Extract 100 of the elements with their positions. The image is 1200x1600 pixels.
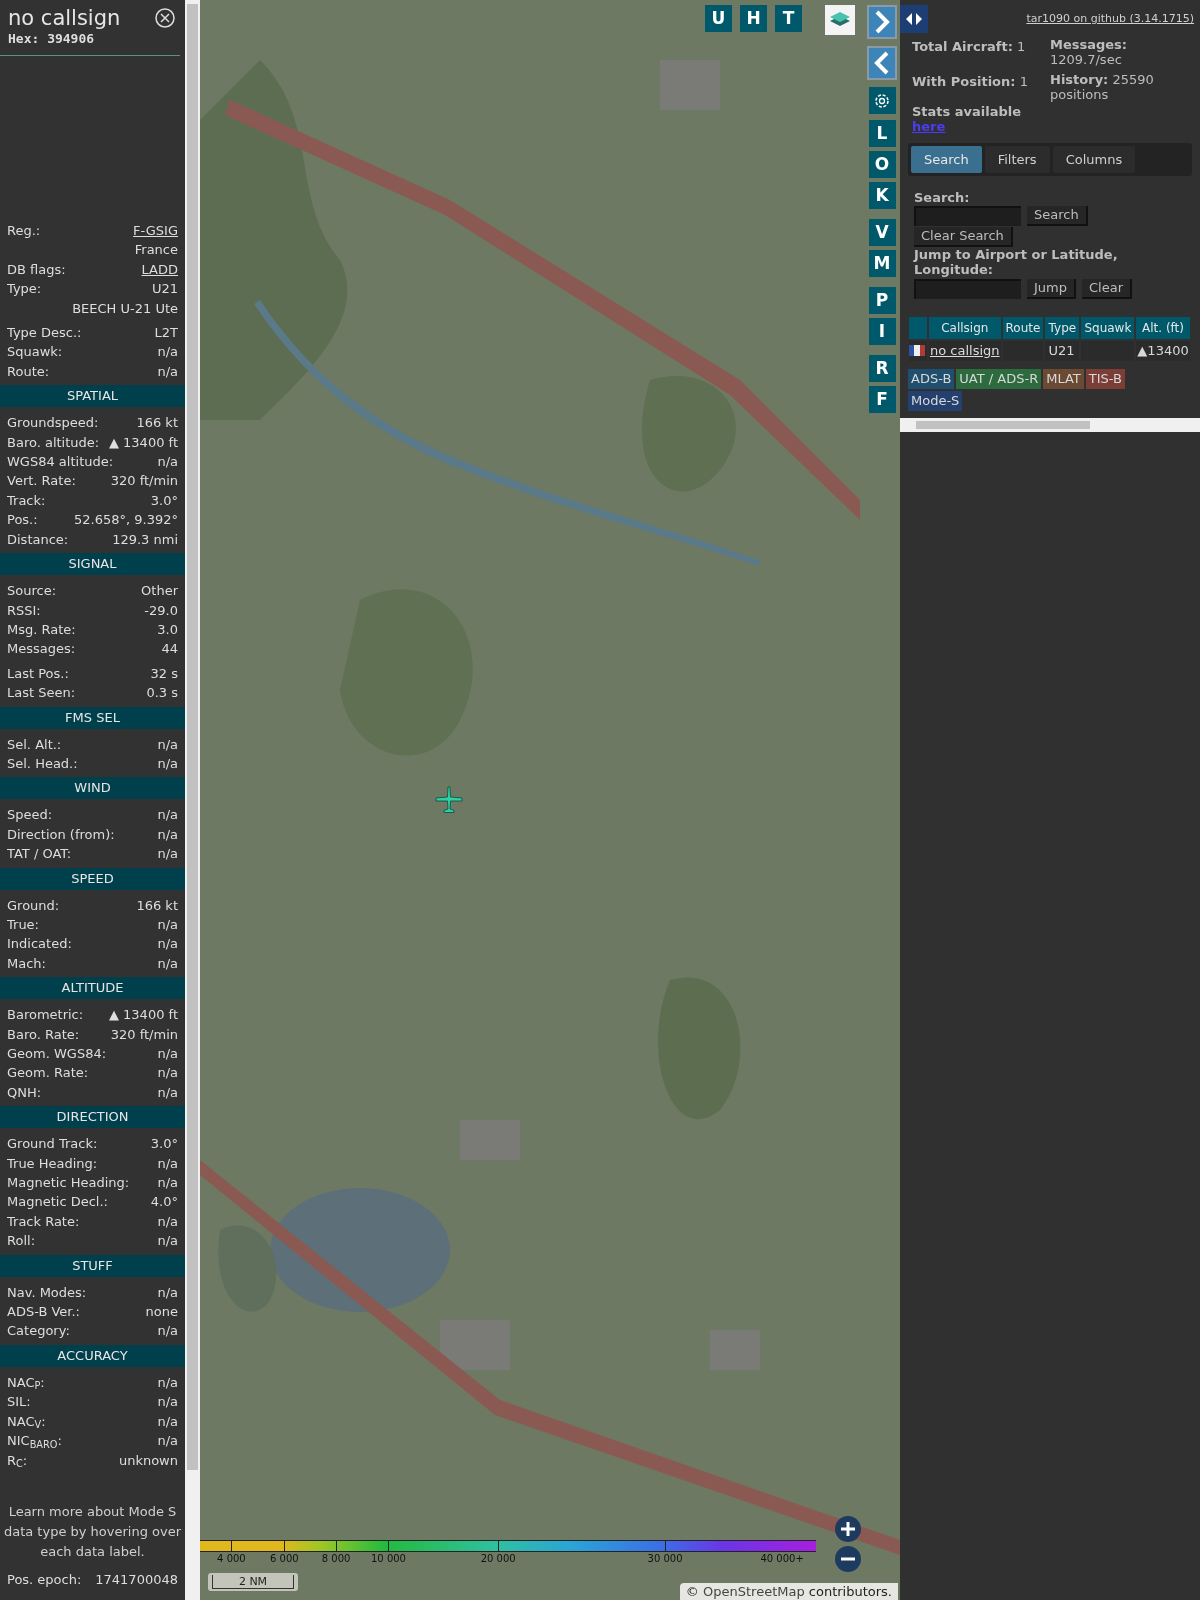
field-label: Ground: [7,896,60,915]
field-value: 320 ft/min [110,1025,178,1044]
settings-button[interactable] [868,87,896,114]
column-header[interactable]: Route [1002,317,1044,339]
source-legend-tag: TIS-B [1085,368,1125,389]
aircraft-callsign: no callsign [8,5,121,31]
value-link[interactable]: LADD [141,259,178,280]
column-header[interactable]: Squawk [1081,317,1135,339]
field-label: NIC$_{BARO}$: [7,1432,62,1451]
scrollbar-thumb[interactable] [187,4,198,1470]
horizontal-scrollbar[interactable] [900,417,1200,432]
table-cell: ▲13400 [1137,343,1189,358]
field-label: QNH: [7,1083,42,1102]
field-value: BEECH U-21 Ute [72,299,178,318]
field-value: 166 kt [136,896,178,915]
aircraft-icon[interactable] [434,785,464,815]
scrollbar[interactable] [185,0,200,1600]
field-value: n/a [157,1064,178,1083]
jump-label: Jump to Airport or Latitude, Longitude: [914,247,1119,277]
scrollbar-thumb[interactable] [916,420,1090,429]
jump-button[interactable]: Jump [1027,279,1076,299]
field-value: unknown [118,1451,178,1470]
field-label: Reg.: [7,222,41,240]
section-header: SPATIAL [0,385,185,408]
clear-button[interactable]: Clear [1082,279,1132,299]
search-button[interactable]: Search [1027,206,1088,226]
map-button[interactable]: P [868,287,896,314]
map-button[interactable]: R [868,355,896,382]
field-value: none [145,1303,178,1322]
tab[interactable]: Search [911,146,982,173]
plus-icon [840,1521,856,1537]
map-button[interactable]: U [705,5,732,32]
toggle-sidebar-button[interactable] [900,5,928,33]
map-button[interactable]: I [868,318,896,345]
source-legend-tag: MLAT [1043,368,1084,389]
column-header[interactable]: Alt. (ft) [1136,317,1190,339]
field-label: Geom. WGS84: [7,1045,107,1063]
hex-code: Hex: 394906 [7,31,96,47]
field-label: Nav. Modes: [7,1283,87,1302]
collapse-button[interactable] [867,46,897,80]
map-button[interactable]: F [868,386,896,413]
expand-button[interactable] [867,5,897,39]
column-header[interactable]: Callsign [929,317,1001,339]
value-link[interactable]: F-GSIG [133,221,178,241]
tab[interactable]: Columns [1052,146,1136,173]
field-label: True: [7,915,39,934]
source-legend-tag: ADS-B [908,368,955,389]
search-field[interactable] [914,206,1021,226]
field-label: Track: [7,491,46,510]
tab[interactable]: Filters [984,146,1050,173]
field-value: 1741700048 [95,1570,178,1589]
stats-text: Total Aircraft: 1 [912,38,1027,56]
section-header: SPEED [0,867,185,890]
field-value: n/a [157,1045,178,1063]
field-value: 52.658°, 9.392° [74,511,178,530]
clear-search-button[interactable]: Clear Search [914,227,1013,247]
map-button[interactable]: L [868,120,896,147]
field-value: n/a [157,825,178,844]
layers-button[interactable] [825,5,855,35]
map-button[interactable]: O [868,151,896,178]
field-value: n/a [157,1283,178,1302]
callsign-link[interactable]: no callsign [930,343,1000,358]
field-value: n/a [157,1432,178,1451]
source-legend-tag: Mode-S [908,390,963,411]
field-value: 3.0 [157,620,178,639]
field-label: Category: [7,1322,70,1341]
github-link[interactable]: tar1090 on github (3.14.1715) [1026,12,1194,26]
field-label: DB flags: [7,260,66,279]
chevron-right-icon [874,10,890,34]
close-icon[interactable] [155,8,175,28]
field-value: n/a [157,1212,178,1231]
field-value: n/a [157,362,178,381]
map-button[interactable]: K [868,182,896,209]
search-label: Search: [914,190,971,205]
map-button[interactable]: V [868,219,896,246]
field-value: France [134,241,178,260]
section-header: WIND [0,777,185,800]
stats-text: Stats available [912,104,1023,119]
column-header[interactable]: Type [1045,317,1080,339]
section-header: DIRECTION [0,1106,185,1129]
field-label: Last Seen: [7,684,76,703]
field-value: 0.3 s [146,684,178,703]
field-label: Barometric: [7,1006,84,1025]
table-cell: U21 [1048,343,1075,358]
jump-field[interactable] [914,279,1021,299]
osm-link[interactable]: OpenStreetMap [703,1584,805,1599]
table-header-cell [909,317,927,339]
map-button[interactable]: H [740,5,767,32]
section-header: STUFF [0,1254,185,1277]
field-value: 4.0° [150,1193,178,1212]
section-header: SIGNAL [0,553,185,576]
field-value: L2T [154,324,178,343]
field-label: NAC$_{V}$: [7,1412,46,1432]
field-label: Last Pos.: [7,664,69,683]
map-button[interactable]: T [775,5,802,32]
map-button[interactable]: M [868,250,896,277]
stats-text: History: 25590 positions [1050,72,1155,102]
field-label: Msg. Rate: [7,620,76,639]
chevron-left-icon [874,51,890,75]
stats-text: Messages: 1209.7/sec [1050,37,1129,67]
